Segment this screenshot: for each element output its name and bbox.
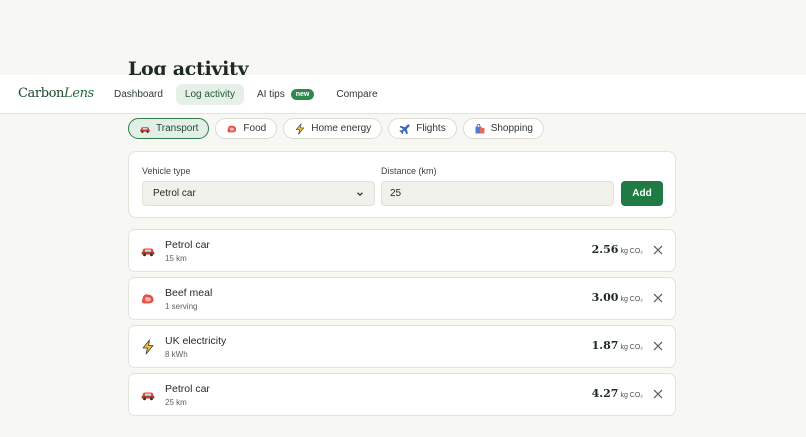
vehicle-type-value: Petrol car xyxy=(153,188,196,199)
entry-title: Petrol car xyxy=(165,383,210,395)
close-icon[interactable] xyxy=(652,388,664,400)
nav-log-activity-label: Log activity xyxy=(184,89,235,100)
nav-compare[interactable]: Compare xyxy=(327,84,386,105)
activity-entry: Beef meal 1 serving 3.00 kg CO₂ xyxy=(128,277,676,320)
entry-emission: 1.87 kg CO₂ xyxy=(592,339,643,352)
entry-emission-unit: kg CO₂ xyxy=(620,296,643,303)
lightning-icon xyxy=(296,122,305,135)
car-icon xyxy=(141,392,155,401)
entry-title: UK electricity xyxy=(165,335,227,347)
chip-flights[interactable]: Flights xyxy=(388,118,457,139)
lightning-icon xyxy=(142,339,154,355)
activity-form: Vehicle type Petrol car Distance (km) Ad… xyxy=(128,151,676,218)
nav-dashboard-label: Dashboard xyxy=(114,89,163,100)
chip-shopping-label: Shopping xyxy=(490,123,533,134)
chip-food-label: Food xyxy=(243,123,267,134)
chip-home-energy-label: Home energy xyxy=(311,123,372,134)
top-navigation: CarbonLens Dashboard Log activity AI tip… xyxy=(0,75,806,114)
close-icon[interactable] xyxy=(652,244,664,256)
entry-emission-unit: kg CO₂ xyxy=(620,392,643,399)
nav-links: Dashboard Log activity AI tips new Compar… xyxy=(105,84,387,105)
nav-ai-tips-label: AI tips xyxy=(256,89,285,100)
brand-name-carbon: Carbon xyxy=(18,86,65,101)
chip-flights-label: Flights xyxy=(416,123,446,134)
chip-shopping[interactable]: Shopping xyxy=(462,118,544,139)
distance-input[interactable] xyxy=(381,181,614,206)
entry-emission-unit: kg CO₂ xyxy=(620,248,643,255)
distance-label: Distance (km) xyxy=(381,166,437,176)
nav-dashboard[interactable]: Dashboard xyxy=(105,84,172,105)
activity-entry: Petrol car 15 km 2.56 kg CO₂ xyxy=(128,229,676,272)
chevron-down-icon xyxy=(357,191,363,196)
entry-emission-value: 1.87 xyxy=(591,339,619,352)
entry-emission-unit: kg CO₂ xyxy=(620,344,643,351)
brand-logo[interactable]: CarbonLens xyxy=(18,86,94,101)
entry-emission-value: 3.00 xyxy=(591,291,619,304)
entry-emission-value: 2.56 xyxy=(591,243,619,256)
chip-home-energy[interactable]: Home energy xyxy=(283,118,383,139)
entry-title: Petrol car xyxy=(165,239,210,251)
activity-entry: Petrol car 25 km 4.27 kg CO₂ xyxy=(128,373,676,416)
vehicle-type-select[interactable]: Petrol car xyxy=(142,181,375,206)
add-button[interactable]: Add xyxy=(621,181,663,206)
airplane-icon xyxy=(399,123,410,134)
nav-ai-tips[interactable]: AI tips new xyxy=(248,84,323,105)
entry-detail: 1 serving xyxy=(165,302,198,311)
steak-icon xyxy=(141,294,154,304)
new-badge: new xyxy=(290,89,315,100)
vehicle-type-label: Vehicle type xyxy=(142,166,191,176)
entry-emission-value: 4.27 xyxy=(591,387,619,400)
nav-compare-label: Compare xyxy=(336,89,378,100)
entry-detail: 8 kWh xyxy=(165,350,188,359)
chip-transport-label: Transport xyxy=(156,123,199,134)
entry-emission: 4.27 kg CO₂ xyxy=(592,387,643,400)
chip-food[interactable]: Food xyxy=(215,118,278,139)
entry-emission: 2.56 kg CO₂ xyxy=(592,243,643,256)
car-icon xyxy=(140,126,150,133)
category-chips: Transport Food Home energy Flights Shopp… xyxy=(128,118,544,139)
brand-name-lens: Lens xyxy=(64,86,94,101)
car-icon xyxy=(141,248,155,257)
shopping-bag-icon xyxy=(475,123,485,133)
close-icon[interactable] xyxy=(652,292,664,304)
entry-detail: 15 km xyxy=(165,254,187,263)
entry-detail: 25 km xyxy=(165,398,187,407)
entry-title: Beef meal xyxy=(165,287,213,299)
entry-emission: 3.00 kg CO₂ xyxy=(592,291,643,304)
chip-transport[interactable]: Transport xyxy=(128,118,210,139)
activity-entry: UK electricity 8 kWh 1.87 kg CO₂ xyxy=(128,325,676,368)
close-icon[interactable] xyxy=(652,340,664,352)
nav-log-activity[interactable]: Log activity xyxy=(175,84,244,105)
steak-icon xyxy=(227,125,237,132)
